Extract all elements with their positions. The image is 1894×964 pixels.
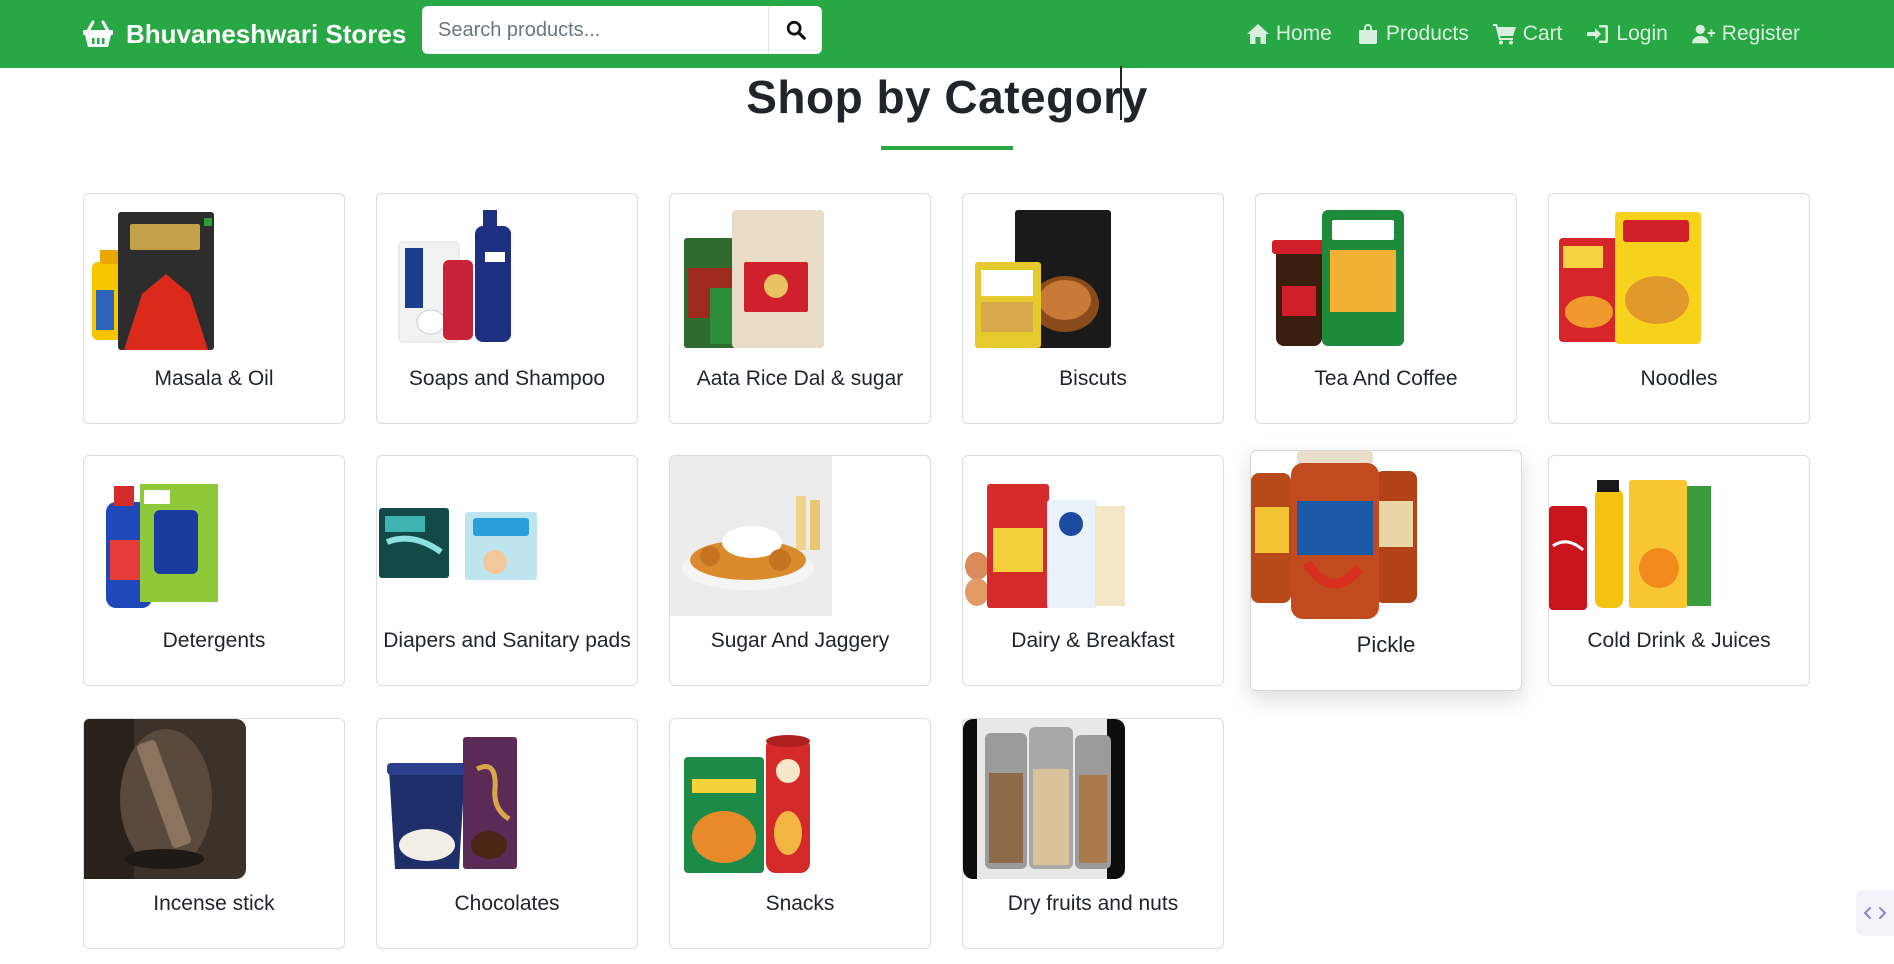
category-card-pickle[interactable]: Pickle: [1250, 450, 1522, 691]
title-underline: [881, 146, 1013, 150]
category-label: Sugar And Jaggery: [710, 629, 890, 652]
search-input[interactable]: [422, 6, 768, 54]
user-plus-icon: [1691, 24, 1715, 44]
nav-home[interactable]: Home: [1246, 22, 1332, 46]
category-card-aata-rice[interactable]: Aata Rice Dal & sugar: [669, 193, 931, 424]
category-label: Biscuts: [1059, 367, 1127, 390]
category-card-tea-coffee[interactable]: Tea And Coffee: [1255, 193, 1517, 424]
category-card-soaps-shampoo[interactable]: Soaps and Shampoo: [376, 193, 638, 424]
category-card-dry-fruits[interactable]: Dry fruits and nuts: [962, 718, 1224, 949]
category-card-noodles[interactable]: Noodles: [1548, 193, 1810, 424]
category-label: Noodles: [1640, 367, 1718, 390]
category-image: [377, 466, 539, 616]
nav-login[interactable]: Login: [1586, 22, 1668, 46]
category-image: [1256, 204, 1418, 354]
category-image: [1549, 204, 1711, 354]
shopping-bag-icon: [1358, 24, 1377, 44]
category-card-cold-drink[interactable]: Cold Drink & Juices: [1548, 455, 1810, 686]
category-label: Chocolates: [454, 892, 560, 915]
brand-name: Bhuvaneshwari Stores: [126, 18, 407, 49]
category-image: [963, 466, 1125, 616]
search-button[interactable]: [768, 6, 822, 54]
category-card-chocolates[interactable]: Chocolates: [376, 718, 638, 949]
category-image: [84, 204, 246, 354]
category-image: [670, 456, 832, 616]
text-caret: [1120, 66, 1122, 120]
search-icon: [786, 20, 806, 40]
category-card-biscuts[interactable]: Biscuts: [962, 193, 1224, 424]
category-image: [377, 204, 539, 354]
category-label: Incense stick: [153, 892, 275, 915]
category-label: Tea And Coffee: [1314, 367, 1458, 390]
category-image: [1549, 466, 1711, 616]
category-card-masala-oil[interactable]: Masala & Oil: [83, 193, 345, 424]
category-label: Diapers and Sanitary pads: [383, 629, 631, 652]
floating-widget[interactable]: [1856, 890, 1894, 936]
category-card-dairy-breakfast[interactable]: Dairy & Breakfast: [962, 455, 1224, 686]
nav-register-label: Register: [1721, 22, 1800, 45]
category-label: Aata Rice Dal & sugar: [696, 367, 904, 390]
nav-products[interactable]: Products: [1356, 22, 1469, 46]
category-label: Cold Drink & Juices: [1587, 629, 1771, 652]
category-image: [1251, 451, 1421, 619]
nav-home-label: Home: [1275, 22, 1332, 45]
category-image: [963, 204, 1125, 354]
category-image: [963, 719, 1125, 879]
search-form: [422, 6, 822, 54]
category-label: Pickle: [1356, 632, 1416, 657]
category-label: Soaps and Shampoo: [408, 367, 606, 390]
nav-links: Home Products Cart Login Register: [1246, 14, 1800, 54]
nav-cart[interactable]: Cart: [1492, 22, 1563, 46]
category-label: Detergents: [162, 629, 266, 652]
brand-logo[interactable]: Bhuvaneshwari Stores: [82, 14, 406, 54]
category-card-sugar-jaggery[interactable]: Sugar And Jaggery: [669, 455, 931, 686]
category-label: Masala & Oil: [154, 367, 274, 390]
page-title: Shop by Category: [746, 71, 1148, 123]
cart-icon: [1492, 24, 1516, 45]
code-icon: [1864, 907, 1886, 919]
category-card-detergents[interactable]: Detergents: [83, 455, 345, 686]
category-image: [377, 729, 539, 879]
category-card-diapers[interactable]: Diapers and Sanitary pads: [376, 455, 638, 686]
category-image: [670, 729, 832, 879]
category-card-snacks[interactable]: Snacks: [669, 718, 931, 949]
category-label: Dry fruits and nuts: [1007, 892, 1179, 915]
category-image: [670, 204, 832, 354]
home-icon: [1246, 24, 1269, 44]
nav-login-label: Login: [1616, 22, 1668, 45]
category-label: Dairy & Breakfast: [1011, 629, 1175, 652]
category-card-incense-stick[interactable]: Incense stick: [83, 718, 345, 949]
nav-register[interactable]: Register: [1691, 22, 1800, 46]
basket-icon: [83, 20, 113, 47]
login-icon: [1587, 25, 1609, 43]
nav-products-label: Products: [1385, 22, 1469, 45]
category-label: Snacks: [765, 892, 835, 915]
navbar: Bhuvaneshwari Stores Home Products Cart …: [0, 0, 1894, 68]
category-image: [84, 719, 246, 879]
category-image: [84, 466, 246, 616]
nav-cart-label: Cart: [1522, 22, 1563, 45]
